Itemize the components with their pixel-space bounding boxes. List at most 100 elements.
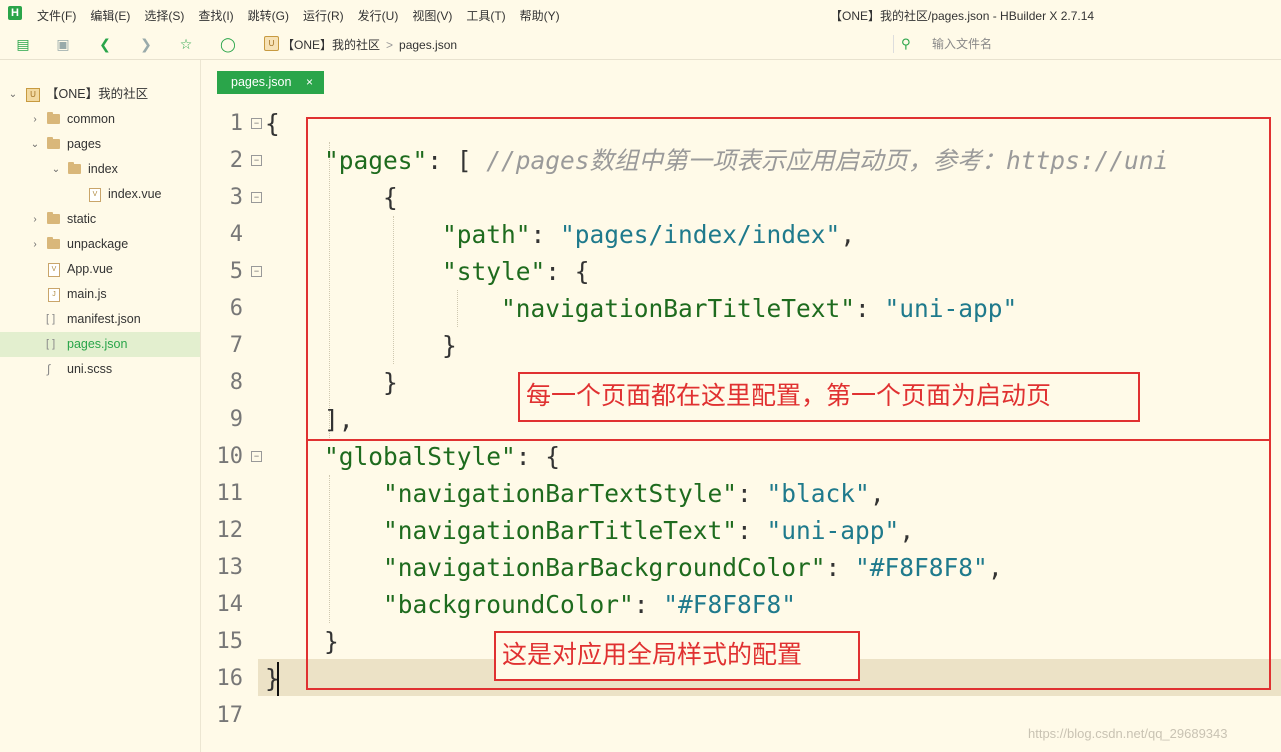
line-number: 8 xyxy=(229,370,243,395)
tree-item-uni-scss[interactable]: ∫ uni.scss xyxy=(0,357,200,382)
line-number: 7 xyxy=(229,333,243,358)
tree-label: index xyxy=(88,162,118,176)
vue-file-icon: V xyxy=(89,188,101,202)
star-icon[interactable]: ☆ xyxy=(178,36,194,52)
file-search-input[interactable] xyxy=(930,33,1264,55)
menu-bar: H 文件(F) 编辑(E) 选择(S) 查找(I) 跳转(G) 运行(R) 发行… xyxy=(0,0,1281,28)
watermark: https://blog.csdn.net/qq_29689343 xyxy=(1028,726,1228,741)
menu-file[interactable]: 文件(F) xyxy=(37,7,76,24)
forward-arrow-icon[interactable]: ❯ xyxy=(138,36,154,52)
tab-pages-json[interactable]: pages.json × xyxy=(217,71,324,94)
json-file-icon: [ ] xyxy=(46,313,56,325)
tree-item-pages-json[interactable]: [ ] pages.json xyxy=(0,332,200,357)
tree-label: main.js xyxy=(67,287,107,301)
back-arrow-icon[interactable]: ❮ xyxy=(97,36,113,52)
fold-toggle-icon[interactable]: − xyxy=(251,451,262,462)
chevron-right-icon[interactable]: › xyxy=(30,232,40,257)
code-line: { xyxy=(265,109,280,138)
text-cursor xyxy=(277,662,279,696)
tree-label: pages xyxy=(67,137,102,151)
project-icon: U xyxy=(264,36,279,51)
menu-help[interactable]: 帮助(Y) xyxy=(520,7,560,24)
menu-edit[interactable]: 编辑(E) xyxy=(90,7,130,24)
breadcrumb: 【ONE】我的社区 > pages.json xyxy=(282,36,457,53)
tree-label: static xyxy=(67,212,97,226)
tree-label: uni.scss xyxy=(67,362,113,376)
tab-label: pages.json xyxy=(231,75,292,89)
menu-items: 文件(F) 编辑(E) 选择(S) 查找(I) 跳转(G) 运行(R) 发行(U… xyxy=(37,7,560,24)
menu-run[interactable]: 运行(R) xyxy=(303,7,344,24)
chevron-down-icon[interactable]: ⌄ xyxy=(8,82,18,107)
breadcrumb-file[interactable]: pages.json xyxy=(399,38,457,52)
json-file-icon: [ ] xyxy=(46,338,56,350)
tree-item-manifest-json[interactable]: [ ] manifest.json xyxy=(0,307,200,332)
breadcrumb-separator: > xyxy=(386,38,394,52)
toolbar-divider xyxy=(893,35,894,53)
folder-open-icon xyxy=(68,162,81,174)
menu-select[interactable]: 选择(S) xyxy=(144,7,184,24)
line-number: 12 xyxy=(216,518,244,543)
vue-file-icon: V xyxy=(48,263,60,277)
tree-item-static[interactable]: › static xyxy=(0,207,200,232)
scss-file-icon: ∫ xyxy=(47,362,51,376)
line-number: 4 xyxy=(229,222,243,247)
line-number: 14 xyxy=(216,592,244,617)
fold-toggle-icon[interactable]: − xyxy=(251,192,262,203)
fold-toggle-icon[interactable]: − xyxy=(251,155,262,166)
folder-icon xyxy=(47,237,60,249)
line-number: 2 xyxy=(229,148,243,173)
fold-toggle-icon[interactable]: − xyxy=(251,118,262,129)
line-number: 13 xyxy=(216,555,244,580)
line-number: 11 xyxy=(216,481,244,506)
line-number: 1 xyxy=(229,111,243,136)
pages-annotation-label: 每一个页面都在这里配置，第一个页面为启动页 xyxy=(518,372,1140,422)
tree-label: manifest.json xyxy=(67,312,141,326)
folder-icon xyxy=(47,112,60,124)
tree-project-root[interactable]: ⌄ U 【ONE】我的社区 xyxy=(0,82,200,107)
window-title: 【ONE】我的社区/pages.json - HBuilder X 2.7.14 xyxy=(830,9,1095,23)
project-explorer: ⌄ U 【ONE】我的社区 › common ⌄ pages ⌄ index V… xyxy=(0,60,201,752)
fold-toggle-icon[interactable]: − xyxy=(251,266,262,277)
chevron-down-icon[interactable]: ⌄ xyxy=(51,157,61,182)
js-file-icon: J xyxy=(48,288,60,302)
globalstyle-annotation-label: 这是对应用全局样式的配置 xyxy=(494,631,860,681)
folder-icon xyxy=(47,212,60,224)
menu-tools[interactable]: 工具(T) xyxy=(466,7,505,24)
new-file-icon[interactable]: ▤ xyxy=(15,36,31,52)
tree-label: pages.json xyxy=(67,337,128,351)
line-number: 17 xyxy=(216,703,244,728)
run-icon[interactable]: ◯ xyxy=(220,36,236,52)
tree-item-main-js[interactable]: J main.js xyxy=(0,282,200,307)
tree-label: App.vue xyxy=(67,262,113,276)
tree-item-index-folder[interactable]: ⌄ index xyxy=(0,157,200,182)
search-icon: ⚲ xyxy=(901,36,911,51)
tree-item-index-vue[interactable]: V index.vue xyxy=(0,182,200,207)
menu-find[interactable]: 查找(I) xyxy=(198,7,233,24)
save-icon[interactable]: ▣ xyxy=(55,36,71,52)
chevron-right-icon[interactable]: › xyxy=(30,107,40,132)
chevron-down-icon[interactable]: ⌄ xyxy=(30,132,40,157)
line-number: 3 xyxy=(229,185,243,210)
tree-label: 【ONE】我的社区 xyxy=(46,87,149,101)
menu-view[interactable]: 视图(V) xyxy=(412,7,452,24)
breadcrumb-project[interactable]: 【ONE】我的社区 xyxy=(282,38,380,52)
tree-item-unpackage[interactable]: › unpackage xyxy=(0,232,200,257)
chevron-right-icon[interactable]: › xyxy=(30,207,40,232)
hbuilder-logo-icon: H xyxy=(8,6,22,20)
line-number: 15 xyxy=(216,629,244,654)
tree-item-common[interactable]: › common xyxy=(0,107,200,132)
tree-item-app-vue[interactable]: V App.vue xyxy=(0,257,200,282)
tree-label: unpackage xyxy=(67,237,129,251)
project-icon: U xyxy=(26,88,40,102)
line-number: 10 xyxy=(216,444,244,469)
line-number: 5 xyxy=(229,259,243,284)
tree-label: index.vue xyxy=(108,187,162,201)
close-icon[interactable]: × xyxy=(306,71,313,94)
line-number: 6 xyxy=(229,296,243,321)
tree-label: common xyxy=(67,112,115,126)
menu-goto[interactable]: 跳转(G) xyxy=(248,7,289,24)
folder-open-icon xyxy=(47,137,60,149)
line-number: 16 xyxy=(216,666,244,691)
tree-item-pages[interactable]: ⌄ pages xyxy=(0,132,200,157)
menu-publish[interactable]: 发行(U) xyxy=(358,7,399,24)
